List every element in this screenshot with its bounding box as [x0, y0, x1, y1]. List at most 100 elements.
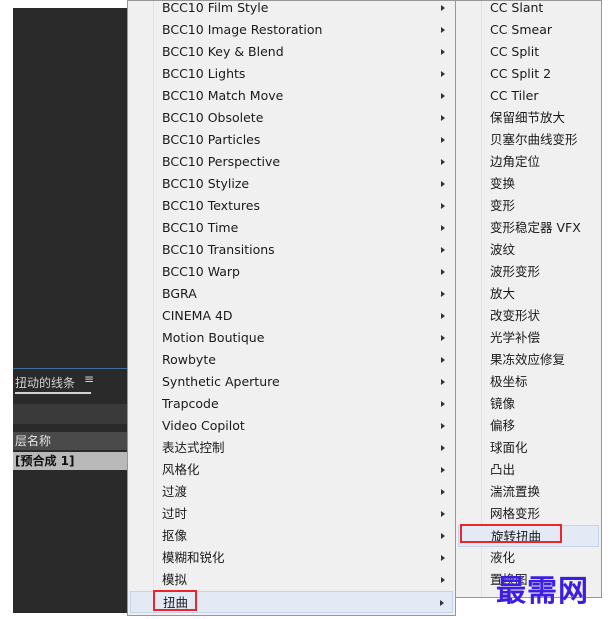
- category-item-label: 过时: [162, 506, 188, 521]
- effect-item-label: 波形变形: [490, 264, 541, 279]
- category-item[interactable]: BCC10 Stylize: [130, 173, 453, 195]
- category-item[interactable]: 过渡: [130, 481, 453, 503]
- submenu-arrow-icon: [441, 27, 445, 33]
- submenu-arrow-icon: [441, 313, 445, 319]
- effect-item-label: 变形: [490, 198, 516, 213]
- submenu-arrow-icon: [441, 159, 445, 165]
- submenu-arrow-icon: [441, 225, 445, 231]
- effect-item[interactable]: 果冻效应修复: [458, 349, 599, 371]
- effect-item[interactable]: 变形: [458, 195, 599, 217]
- submenu-arrow-icon: [441, 379, 445, 385]
- effect-item[interactable]: 网格变形: [458, 503, 599, 525]
- submenu-arrow-icon: [441, 93, 445, 99]
- effect-item[interactable]: CC Tiler: [458, 85, 599, 107]
- submenu-arrow-icon: [441, 115, 445, 121]
- effect-item-label: 边角定位: [490, 154, 541, 169]
- category-item[interactable]: 表达式控制: [130, 437, 453, 459]
- category-item-label: BCC10 Lights: [162, 66, 246, 81]
- effect-item-label: 波纹: [490, 242, 516, 257]
- effect-item-label: 光学补偿: [490, 330, 541, 345]
- effect-item[interactable]: CC Slant: [458, 0, 599, 19]
- effect-item[interactable]: 保留细节放大: [458, 107, 599, 129]
- category-item-label: Rowbyte: [162, 352, 216, 367]
- effect-item[interactable]: 变形稳定器 VFX: [458, 217, 599, 239]
- category-item[interactable]: 过时: [130, 503, 453, 525]
- category-item-label: BCC10 Key & Blend: [162, 44, 284, 59]
- effect-item[interactable]: CC Split: [458, 41, 599, 63]
- layer-row[interactable]: [预合成 1]: [13, 452, 129, 470]
- effect-item[interactable]: 旋转扭曲: [458, 525, 599, 547]
- panel-divider: [13, 368, 129, 369]
- effect-item[interactable]: 球面化: [458, 437, 599, 459]
- category-item[interactable]: 风格化: [130, 459, 453, 481]
- effect-item[interactable]: 湍流置换: [458, 481, 599, 503]
- category-item[interactable]: CINEMA 4D: [130, 305, 453, 327]
- effect-item[interactable]: 变换: [458, 173, 599, 195]
- category-item[interactable]: BCC10 Lights: [130, 63, 453, 85]
- submenu-arrow-icon: [441, 489, 445, 495]
- category-item[interactable]: Synthetic Aperture: [130, 371, 453, 393]
- category-item-label: BCC10 Match Move: [162, 88, 284, 103]
- effect-item-label: 变换: [490, 176, 516, 191]
- category-item[interactable]: 模拟: [130, 569, 453, 591]
- category-item[interactable]: BCC10 Textures: [130, 195, 453, 217]
- effect-item[interactable]: 波纹: [458, 239, 599, 261]
- category-item[interactable]: Rowbyte: [130, 349, 453, 371]
- effect-item-label: CC Smear: [490, 22, 553, 37]
- category-item[interactable]: Video Copilot: [130, 415, 453, 437]
- submenu-arrow-icon: [441, 401, 445, 407]
- layer-name-column-header: 层名称: [13, 432, 129, 450]
- submenu-arrow-icon: [441, 423, 445, 429]
- category-item[interactable]: 扭曲: [130, 591, 453, 613]
- submenu-arrow-icon: [441, 137, 445, 143]
- composition-tab[interactable]: 扭动的线条: [15, 374, 75, 391]
- category-item[interactable]: Trapcode: [130, 393, 453, 415]
- category-item-label: BCC10 Obsolete: [162, 110, 264, 125]
- effect-item-label: 改变形状: [490, 308, 541, 323]
- hamburger-icon[interactable]: ≡: [84, 372, 94, 386]
- effect-item-label: CC Split 2: [490, 66, 552, 81]
- category-item[interactable]: BCC10 Match Move: [130, 85, 453, 107]
- effect-item[interactable]: 镜像: [458, 393, 599, 415]
- effect-item[interactable]: 波形变形: [458, 261, 599, 283]
- effect-item[interactable]: 凸出: [458, 459, 599, 481]
- effect-item-label: 网格变形: [490, 506, 541, 521]
- effect-item[interactable]: 边角定位: [458, 151, 599, 173]
- category-item-label: 模拟: [162, 572, 188, 587]
- effect-item-label: CC Tiler: [490, 88, 539, 103]
- effect-item[interactable]: CC Smear: [458, 19, 599, 41]
- category-item[interactable]: BGRA: [130, 283, 453, 305]
- category-item[interactable]: 抠像: [130, 525, 453, 547]
- category-item-label: Trapcode: [162, 396, 219, 411]
- effect-item-label: 旋转扭曲: [491, 529, 542, 544]
- category-item-label: 扭曲: [163, 595, 189, 610]
- effect-item[interactable]: 贝塞尔曲线变形: [458, 129, 599, 151]
- category-item-label: BCC10 Transitions: [162, 242, 275, 257]
- category-item[interactable]: BCC10 Key & Blend: [130, 41, 453, 63]
- category-item-label: BCC10 Textures: [162, 198, 260, 213]
- category-item[interactable]: BCC10 Warp: [130, 261, 453, 283]
- category-item[interactable]: BCC10 Particles: [130, 129, 453, 151]
- submenu-arrow-icon: [441, 555, 445, 561]
- category-item[interactable]: BCC10 Perspective: [130, 151, 453, 173]
- category-item[interactable]: Motion Boutique: [130, 327, 453, 349]
- effect-item[interactable]: 极坐标: [458, 371, 599, 393]
- category-item[interactable]: BCC10 Transitions: [130, 239, 453, 261]
- category-item[interactable]: BCC10 Obsolete: [130, 107, 453, 129]
- submenu-arrow-icon: [441, 357, 445, 363]
- category-item[interactable]: 模糊和锐化: [130, 547, 453, 569]
- submenu-arrow-icon: [441, 203, 445, 209]
- effect-item[interactable]: 偏移: [458, 415, 599, 437]
- effect-item[interactable]: 光学补偿: [458, 327, 599, 349]
- category-item[interactable]: BCC10 Film Style: [130, 0, 453, 19]
- category-item-label: BCC10 Time: [162, 220, 239, 235]
- submenu-arrow-icon: [441, 247, 445, 253]
- effect-item[interactable]: 放大: [458, 283, 599, 305]
- category-item[interactable]: BCC10 Image Restoration: [130, 19, 453, 41]
- submenu-arrow-icon: [441, 49, 445, 55]
- category-item[interactable]: BCC10 Time: [130, 217, 453, 239]
- category-item-label: BGRA: [162, 286, 197, 301]
- effect-item[interactable]: CC Split 2: [458, 63, 599, 85]
- submenu-arrow-icon: [441, 335, 445, 341]
- effect-item[interactable]: 改变形状: [458, 305, 599, 327]
